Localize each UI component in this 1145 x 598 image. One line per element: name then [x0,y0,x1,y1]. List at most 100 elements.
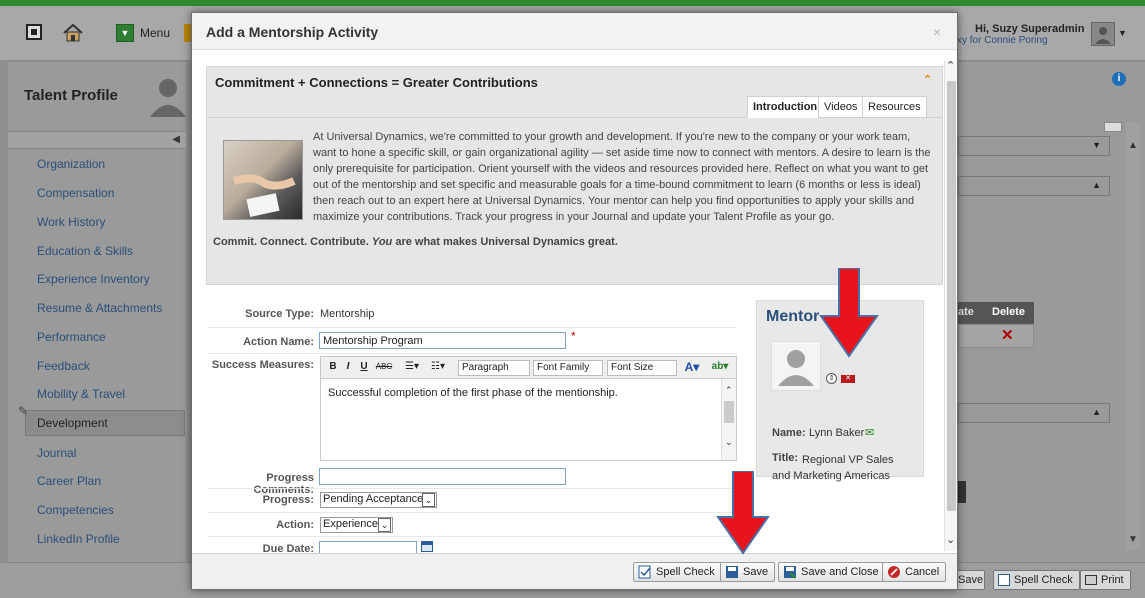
tab-label: Introduction [753,101,818,113]
tab-introduction[interactable]: Introduction [747,96,824,118]
bullet-list-icon[interactable]: ☰▾ [401,360,423,375]
sidebar-collapse-bar[interactable]: ◀ [8,131,186,149]
sidebar-item-label[interactable]: Work History [37,215,105,229]
text-color-icon[interactable]: A▾ [681,360,703,375]
scroll-down-icon[interactable]: ⌄ [946,533,955,546]
sidebar-item-label[interactable]: Feedback [37,359,90,373]
bg-section-bar-2[interactable]: ▲ [958,176,1110,196]
print-icon [1085,575,1097,585]
pin-icon: ✎ [18,404,29,418]
panel-title: Commitment + Connections = Greater Contr… [215,75,538,90]
sidebar-item-label[interactable]: Development [37,416,108,430]
spell-check-label: Spell Check [656,566,715,578]
paragraph-select[interactable]: Paragraph [458,360,530,376]
home-icon[interactable] [62,22,84,44]
progress-select[interactable]: Pending Acceptance ⌄ [320,492,437,508]
sidebar-item-label[interactable]: Compensation [37,186,114,200]
scroll-down-icon[interactable]: ▼ [1128,534,1138,545]
action-name-input[interactable] [319,332,566,349]
cancel-label: Cancel [905,566,940,578]
save-button[interactable]: Save [720,562,776,582]
scroll-up-icon[interactable]: ▲ [1128,140,1138,151]
sidebar-item-label[interactable]: Journal [37,446,76,460]
info-icon[interactable]: i [1112,72,1126,86]
spell-check-button[interactable]: Spell Check [633,562,722,582]
editor-scrollbar[interactable]: ⌃ ⌄ [721,379,736,460]
sidebar-item-label[interactable]: Experience Inventory [37,272,150,286]
bg-scrollbar[interactable]: ▲ ▼ [1126,122,1140,550]
calendar-icon[interactable] [421,541,433,552]
menu-icon[interactable]: ▼ [116,24,134,42]
modal-header: Add a Mentorship Activity × [192,13,957,50]
proxy-text[interactable]: xy for Connie Poring [957,35,1048,46]
delete-x-icon[interactable]: ✕ [1001,326,1014,344]
sidebar-item-label[interactable]: LinkedIn Profile [37,532,120,546]
chevron-up-icon[interactable]: ▲ [1092,180,1101,190]
strikethrough-button[interactable]: ABC [374,360,394,375]
sidebar-item-label[interactable]: Organization [37,157,105,171]
chevron-down-icon[interactable]: ⌄ [378,518,391,532]
mentor-avatar [771,341,821,391]
editor-body[interactable]: Successful completion of the first phase… [321,379,721,460]
tab-label: Videos [824,101,858,113]
close-icon[interactable]: × [933,24,941,40]
sidebar-item-label[interactable]: Performance [37,330,106,344]
progress-comments-input[interactable] [319,468,566,485]
scroll-thumb[interactable] [724,401,734,423]
modal-scrollbar[interactable]: ⌃ ⌄ [944,59,957,551]
collapse-up-icon[interactable]: ⌃ [923,73,932,86]
scroll-up-icon[interactable]: ⌃ [946,59,955,72]
sidebar-item-label[interactable]: Career Plan [37,474,101,488]
mentor-remove-icon[interactable]: ✕ [841,375,855,383]
mentor-heading: Mentor [766,308,820,325]
editor-toolbar: B I U ABC ☰▾ ☷▾ Paragraph Font Family Fo… [321,357,736,379]
chevron-down-icon[interactable]: ▼ [1092,140,1101,150]
font-size-select[interactable]: Font Size [607,360,677,376]
sidebar-item-label[interactable]: Education & Skills [37,244,133,258]
tab-resources[interactable]: Resources [862,96,927,118]
bg-section-bar-3[interactable]: ▲ [958,403,1110,423]
numbered-list-icon[interactable]: ☷▾ [425,360,451,375]
save-and-close-button[interactable]: Save and Close [778,562,886,582]
font-family-select[interactable]: Font Family [533,360,603,376]
user-menu-chevron-icon[interactable]: ▼ [1118,28,1127,38]
highlight-color-icon[interactable]: ab▾ [707,360,733,375]
bg-section-bar-1[interactable]: ▼ [958,136,1110,156]
bg-spell-check-button[interactable]: Spell Check [993,570,1080,590]
action-select-value: Experience [323,518,379,530]
bg-print-button[interactable]: Print [1080,570,1131,590]
action-select[interactable]: Experience ⌄ [320,517,393,533]
scroll-down-icon[interactable]: ⌄ [725,437,733,448]
mentor-name-label: Name: [772,427,806,439]
mentor-sort-icon[interactable]: ⇕ [826,373,837,384]
save-and-close-label: Save and Close [801,566,879,578]
annotation-arrow-mentor [819,268,879,358]
mentor-name-value: Lynn Baker [809,427,865,439]
bold-button[interactable]: B [327,360,339,375]
italic-button[interactable]: I [342,360,354,375]
sidebar-item-label[interactable]: Mobility & Travel [37,387,125,401]
form-divider [207,327,737,328]
mail-icon[interactable]: ✉ [865,426,874,439]
required-mark: * [571,329,576,343]
chevron-down-icon[interactable]: ⌄ [422,493,435,507]
scroll-up-icon[interactable]: ⌃ [725,385,733,396]
bg-scroll-thumb[interactable] [1104,122,1122,132]
intro-panel: Commitment + Connections = Greater Contr… [206,66,943,285]
menu-label[interactable]: Menu [140,26,170,40]
success-measures-editor[interactable]: B I U ABC ☰▾ ☷▾ Paragraph Font Family Fo… [320,356,737,461]
sidebar-item-label[interactable]: Competencies [37,503,114,517]
bg-dark-button[interactable] [958,481,966,503]
sidebar-item-label[interactable]: Resume & Attachments [37,301,162,315]
tab-videos[interactable]: Videos [818,96,864,118]
close-square-icon[interactable] [26,24,42,40]
chevron-up-icon[interactable]: ▲ [1092,407,1101,417]
save-close-icon [784,566,796,579]
cancel-button[interactable]: Cancel [882,562,947,582]
scroll-thumb[interactable] [947,81,956,511]
underline-button[interactable]: U [358,360,370,375]
bg-table-col-partial: ate [958,306,974,318]
collapse-left-icon[interactable]: ◀ [172,134,180,145]
user-avatar-icon[interactable] [1091,22,1115,46]
bg-save-label: Save [958,574,984,586]
